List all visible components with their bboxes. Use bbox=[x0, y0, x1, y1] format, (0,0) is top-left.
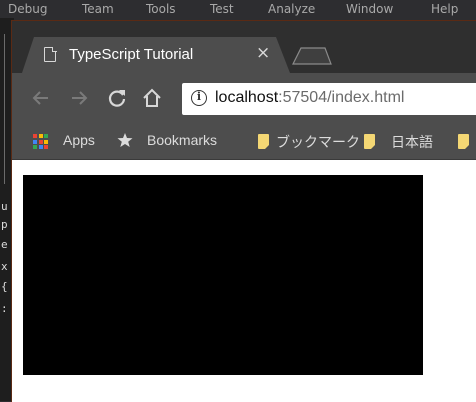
page-content bbox=[12, 160, 476, 402]
gutter-separator bbox=[4, 34, 5, 184]
folder-icon bbox=[364, 134, 375, 149]
star-icon bbox=[117, 133, 133, 147]
code-fragment: p bbox=[1, 218, 8, 231]
bookmark-apps[interactable]: Apps bbox=[12, 123, 106, 159]
menu-test[interactable]: Test bbox=[210, 2, 234, 16]
bookmark-folder-bookmark-jp[interactable]: ブックマーク bbox=[258, 123, 360, 159]
menu-analyze[interactable]: Analyze bbox=[268, 2, 315, 16]
url-path: :57504/index.html bbox=[278, 89, 405, 106]
reload-icon[interactable] bbox=[106, 87, 128, 109]
close-icon[interactable]: × bbox=[256, 43, 270, 63]
home-icon[interactable] bbox=[141, 87, 163, 109]
browser-window: TypeScript Tutorial × localhost:57504/in… bbox=[11, 20, 476, 402]
menu-tools[interactable]: Tools bbox=[146, 2, 176, 16]
url-text[interactable]: localhost:57504/index.html bbox=[215, 89, 404, 107]
code-fragment: u bbox=[1, 200, 8, 213]
new-tab-button[interactable] bbox=[292, 47, 332, 65]
code-fragment: e bbox=[1, 238, 8, 251]
bookmark-bookmarks[interactable]: Bookmarks bbox=[112, 123, 232, 159]
code-fragment: : bbox=[1, 302, 8, 315]
tab-strip: TypeScript Tutorial × bbox=[12, 21, 476, 73]
url-host: localhost bbox=[215, 89, 279, 106]
bookmark-label: 日本語 bbox=[391, 134, 433, 150]
menu-help[interactable]: Help bbox=[431, 2, 458, 16]
folder-icon bbox=[258, 134, 269, 149]
menu-window[interactable]: Window bbox=[346, 2, 393, 16]
address-bar[interactable]: localhost:57504/index.html bbox=[182, 83, 476, 115]
bookmark-folder-overflow[interactable] bbox=[458, 123, 476, 159]
page-canvas[interactable] bbox=[23, 175, 423, 375]
code-fragment: { bbox=[1, 280, 8, 293]
folder-icon bbox=[458, 134, 469, 149]
bookmark-label: Bookmarks bbox=[147, 132, 218, 148]
bookmark-label: ブックマーク bbox=[276, 134, 360, 150]
bookmarks-bar: Apps Bookmarks ブックマーク 日本語 bbox=[12, 123, 476, 160]
menu-debug[interactable]: Debug bbox=[8, 2, 47, 16]
bookmark-label: Apps bbox=[63, 132, 95, 148]
document-icon bbox=[44, 46, 57, 62]
back-icon[interactable] bbox=[30, 87, 52, 109]
info-icon[interactable] bbox=[191, 90, 207, 106]
menu-team[interactable]: Team bbox=[82, 2, 114, 16]
browser-toolbar: localhost:57504/index.html bbox=[12, 73, 476, 123]
apps-grid-icon bbox=[33, 134, 48, 149]
forward-icon[interactable] bbox=[68, 87, 90, 109]
tab-title: TypeScript Tutorial bbox=[69, 46, 194, 63]
bookmark-folder-japanese[interactable]: 日本語 bbox=[364, 123, 444, 159]
code-fragment: x bbox=[1, 260, 8, 273]
ide-menubar: Debug Team Tools Test Analyze Window Hel… bbox=[0, 0, 476, 18]
